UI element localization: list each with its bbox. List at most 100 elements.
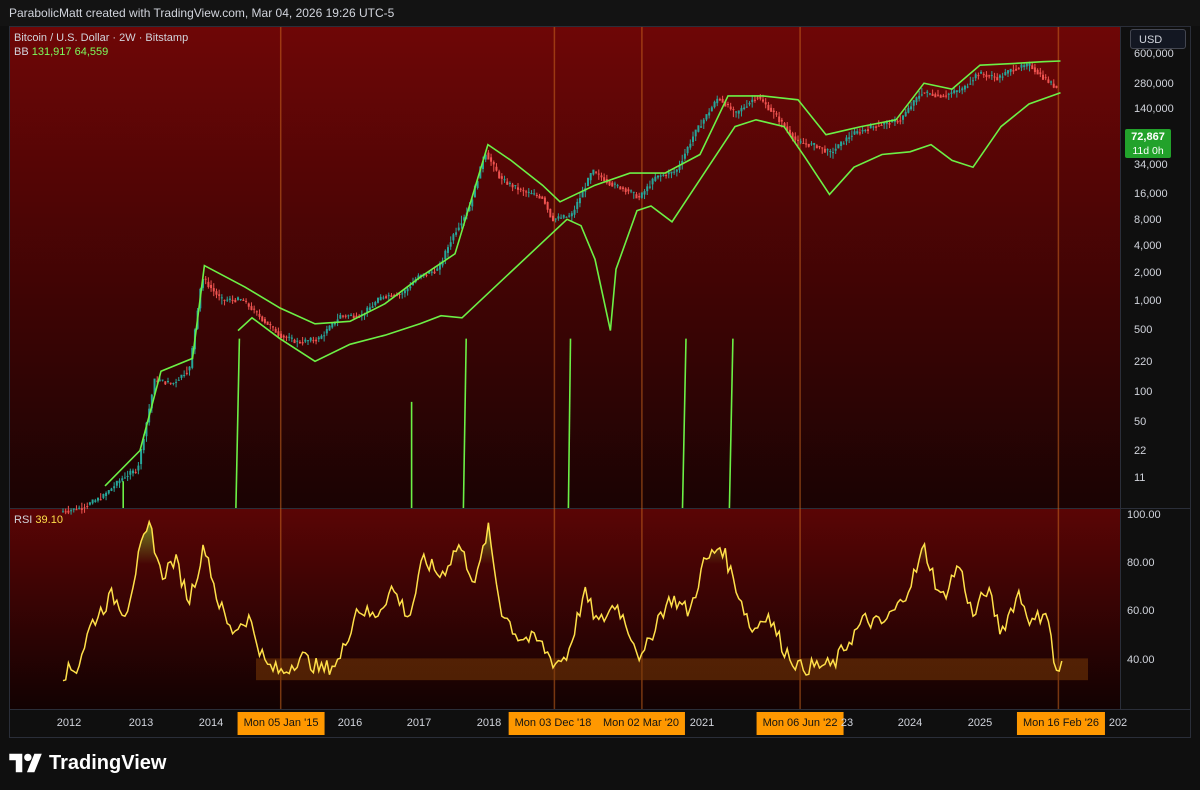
candle-body (385, 296, 388, 299)
candle-body (805, 143, 808, 145)
candle-body (226, 299, 229, 301)
candle-body (953, 90, 956, 93)
time-tick-label: 2016 (337, 717, 363, 729)
bb-upper-value: 131,917 (31, 46, 72, 58)
candle-body (557, 216, 560, 219)
candle-body (705, 114, 708, 120)
candle-body (1028, 63, 1031, 66)
candle-body (304, 339, 307, 342)
candle-body (88, 502, 91, 505)
candle-body (708, 112, 711, 116)
candle-body (183, 375, 186, 377)
time-tick-label: 2025 (967, 717, 993, 729)
candle-body (215, 291, 218, 295)
candle-body (506, 181, 509, 185)
candle-body (630, 190, 633, 192)
candle-body (864, 130, 867, 132)
rsi-legend[interactable]: RSI 39.10 (14, 513, 63, 527)
time-tick-label: 2013 (128, 717, 154, 729)
candle-body (969, 83, 972, 85)
candle-body (966, 86, 969, 88)
candle-body (807, 143, 810, 147)
candle-body (902, 115, 904, 120)
candle-body (640, 192, 643, 198)
candle-body (740, 108, 743, 112)
candle-body (382, 297, 385, 299)
price-tick-label: 8,000 (1134, 214, 1162, 226)
candle-body (743, 107, 746, 110)
candle-body (525, 191, 528, 193)
candle-body (689, 143, 692, 148)
candle-body (1031, 65, 1034, 70)
candle-body (635, 194, 638, 199)
candle-body (503, 179, 506, 181)
candle-body (290, 337, 293, 339)
candle-body (1023, 65, 1026, 68)
candle-body (934, 94, 937, 98)
price-tick-label: 50 (1134, 416, 1147, 428)
candle-body (164, 381, 167, 385)
candle-body (247, 303, 250, 307)
candle-body (592, 169, 595, 175)
candle-body (702, 119, 705, 124)
candle-body (648, 186, 651, 188)
candle-body (272, 326, 274, 328)
tradingview-brand[interactable]: TradingView (9, 750, 166, 776)
candle-body (759, 96, 762, 99)
candle-body (692, 136, 694, 142)
candle-body (261, 316, 264, 322)
candle-body (113, 486, 116, 489)
candle-body (487, 152, 490, 160)
candle-body (985, 74, 988, 77)
candle-body (659, 175, 662, 177)
candle-body (955, 90, 958, 93)
candle-body (1047, 79, 1050, 83)
candle-body (904, 111, 907, 117)
candle-body (974, 74, 977, 79)
candle-body (683, 153, 686, 159)
candle-body (815, 145, 818, 149)
candle-body (853, 131, 856, 135)
candle-body (657, 175, 659, 178)
candle-body (269, 323, 272, 326)
candle-body (560, 217, 563, 219)
candle-body (390, 295, 393, 298)
highlighted-date-tag: Mon 02 Mar '20 (596, 712, 686, 735)
candle-body (996, 77, 999, 81)
candle-body (745, 106, 748, 108)
candle-body (694, 129, 697, 137)
candle-body (982, 74, 985, 76)
candle-body (918, 95, 921, 99)
candle-body (110, 488, 113, 491)
bb-label: BB (14, 46, 29, 58)
candle-body (204, 278, 207, 280)
candle-body (834, 148, 837, 151)
candle-body (767, 105, 770, 111)
candle-body (239, 298, 242, 300)
candle-body (387, 295, 390, 297)
candle-body (514, 185, 517, 187)
candle-body (185, 372, 188, 374)
candle-body (234, 299, 237, 303)
candle-body (75, 509, 78, 511)
candle-body (697, 125, 700, 132)
candle-body (134, 471, 137, 474)
price-tick-label: 16,000 (1134, 188, 1168, 200)
bb-legend-row[interactable]: BB 131,917 64,559 (14, 45, 188, 59)
rsi-value: 39.10 (35, 514, 63, 526)
candle-body (123, 477, 126, 479)
candle-body (961, 88, 964, 91)
candle-body (670, 171, 673, 174)
candle-body (263, 319, 266, 323)
price-tick-label: 2,000 (1134, 267, 1162, 279)
candle-body (845, 137, 848, 142)
candle-body (500, 176, 503, 179)
candle-body (129, 470, 132, 475)
chart-canvas[interactable] (0, 0, 1200, 790)
currency-button[interactable]: USD (1130, 29, 1186, 49)
rsi-tick-label: 40.00 (1127, 653, 1155, 666)
candle-body (651, 178, 654, 185)
price-tick-label: 280,000 (1134, 78, 1174, 90)
symbol-title[interactable]: Bitcoin / U.S. Dollar · 2W · Bitstamp (14, 31, 188, 45)
time-tick-label: 202 (1108, 717, 1128, 729)
